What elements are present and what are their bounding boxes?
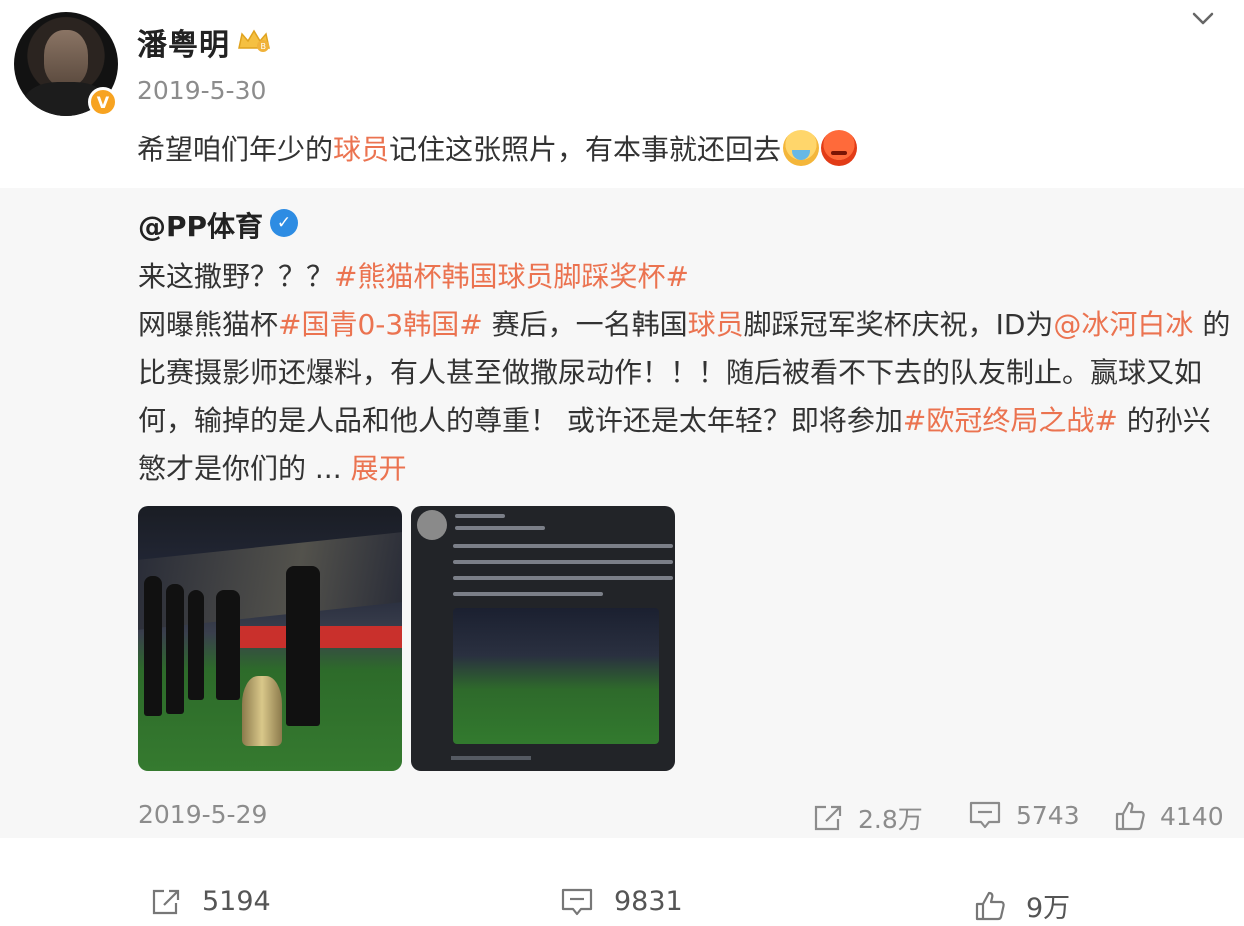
hashtag-link[interactable]: #熊猫杯韩国球员脚踩奖杯# xyxy=(334,260,689,293)
comment-icon xyxy=(561,888,593,915)
svg-text:B: B xyxy=(261,42,267,51)
post-text-segment: 记住这张照片，有本事就还回去 xyxy=(389,133,782,166)
sweat-face-emoji-icon xyxy=(783,130,820,166)
repost-username[interactable]: @PP体育 xyxy=(138,205,263,245)
post-username[interactable]: 潘粤明 xyxy=(137,20,230,64)
player-figure xyxy=(188,590,204,700)
comment-icon xyxy=(969,801,1001,829)
hashtag-link[interactable]: #国青0-3韩国# xyxy=(278,308,483,341)
repost-like-button[interactable]: 4140 xyxy=(1114,800,1224,832)
crown-icon: B xyxy=(238,29,270,52)
photo-thumbnail-screenshot[interactable] xyxy=(411,506,675,771)
share-icon xyxy=(152,889,180,914)
like-button[interactable]: 9万 xyxy=(974,886,1070,925)
share-icon xyxy=(814,805,842,831)
repost-text: 来这撒野？？？#熊猫杯韩国球员脚踩奖杯# 网曝熊猫杯#国青0-3韩国# 赛后，一… xyxy=(138,253,1230,493)
text-segment: 慜才是你们的 ... xyxy=(138,452,351,485)
post-text: 希望咱们年少的球员记住这张照片，有本事就还回去 xyxy=(137,128,858,168)
repost-share-button[interactable]: 2.8万 xyxy=(812,800,923,836)
comment-button[interactable]: 9831 xyxy=(560,886,683,917)
screenshot-text-line xyxy=(453,560,673,564)
hashtag-link[interactable]: #欧冠终局之战# xyxy=(903,404,1118,437)
weibo-post: V 潘粤明 B 2019-5-30 希望咱们年少的球员记住这张照片，有本事就还回… xyxy=(0,0,1244,926)
screenshot-text-line xyxy=(455,526,545,530)
repost-line: 来这撒野？？？#熊猫杯韩国球员脚踩奖杯# xyxy=(138,253,1218,301)
screenshot-action-bar xyxy=(451,756,531,760)
avatar-face xyxy=(44,30,88,86)
thumbs-up-icon xyxy=(975,891,1005,920)
screenshot-text-line xyxy=(453,592,603,596)
chevron-down-icon[interactable] xyxy=(1186,8,1220,30)
share-count: 5194 xyxy=(202,886,271,917)
expand-link[interactable]: 展开 xyxy=(351,452,407,485)
repost-comment-button[interactable]: 5743 xyxy=(968,800,1080,830)
keyword-link[interactable]: 球员 xyxy=(688,308,744,341)
comment-count: 5743 xyxy=(1016,800,1080,830)
player-figure xyxy=(144,576,162,716)
verified-blue-icon: ✓ xyxy=(270,209,298,237)
player-figure xyxy=(166,584,184,714)
mention-link[interactable]: @冰河白冰 xyxy=(1053,308,1193,341)
trophy xyxy=(242,676,282,746)
ad-banner xyxy=(238,626,402,648)
repost-line: 网曝熊猫杯#国青0-3韩国# 赛后，一名韩国球员脚踩冠军奖杯庆祝，ID为@冰河白… xyxy=(138,301,1230,349)
text-segment: 赛后，一名韩国 xyxy=(482,308,688,341)
text-segment: 比赛摄影师还爆料，有人甚至做撒尿动作！！！随后被看不下去的队友制止。赢球又如 xyxy=(138,356,1203,389)
post-date[interactable]: 2019-5-30 xyxy=(137,76,266,105)
player-figure xyxy=(216,590,240,700)
screenshot-text-line xyxy=(453,544,673,548)
angry-face-emoji-icon xyxy=(821,130,858,166)
text-segment: 的孙兴 xyxy=(1117,404,1211,437)
comment-count: 9831 xyxy=(614,886,683,917)
repost-line: 比赛摄影师还爆料，有人甚至做撒尿动作！！！随后被看不下去的队友制止。赢球又如 xyxy=(138,349,1218,397)
thumbs-up-icon xyxy=(1115,801,1145,831)
repost-line: 慜才是你们的 ... 展开 xyxy=(138,445,1218,493)
photo-thumbnail-stadium[interactable] xyxy=(138,506,402,771)
like-count: 9万 xyxy=(1026,893,1071,924)
text-segment: 的 xyxy=(1193,308,1231,341)
screenshot-text-line xyxy=(455,514,505,518)
share-button[interactable]: 5194 xyxy=(150,886,271,917)
post-text-segment: 希望咱们年少的 xyxy=(137,133,334,166)
keyword-link[interactable]: 球员 xyxy=(333,133,389,166)
text-segment: 网曝熊猫杯 xyxy=(138,308,279,341)
text-segment: 脚踩冠军奖杯庆祝，ID为 xyxy=(743,308,1054,341)
repost-date[interactable]: 2019-5-29 xyxy=(138,800,267,829)
screenshot-photo xyxy=(453,608,659,744)
like-count: 4140 xyxy=(1160,801,1224,831)
text-segment: 何，输掉的是人品和他人的尊重！ 或许还是太年轻？即将参加 xyxy=(138,404,903,437)
screenshot-avatar xyxy=(417,510,447,540)
player-figure xyxy=(286,566,320,726)
text-segment: 来这撒野？？？ xyxy=(138,260,335,293)
repost-line: 何，输掉的是人品和他人的尊重！ 或许还是太年轻？即将参加#欧冠终局之战# 的孙兴 xyxy=(138,397,1218,445)
screenshot-text-line xyxy=(453,576,673,580)
share-count: 2.8万 xyxy=(858,805,923,834)
verified-badge-icon: V xyxy=(88,87,118,117)
repost-card[interactable]: @PP体育 ✓ 来这撒野？？？#熊猫杯韩国球员脚踩奖杯# 网曝熊猫杯#国青0-3… xyxy=(0,188,1244,838)
